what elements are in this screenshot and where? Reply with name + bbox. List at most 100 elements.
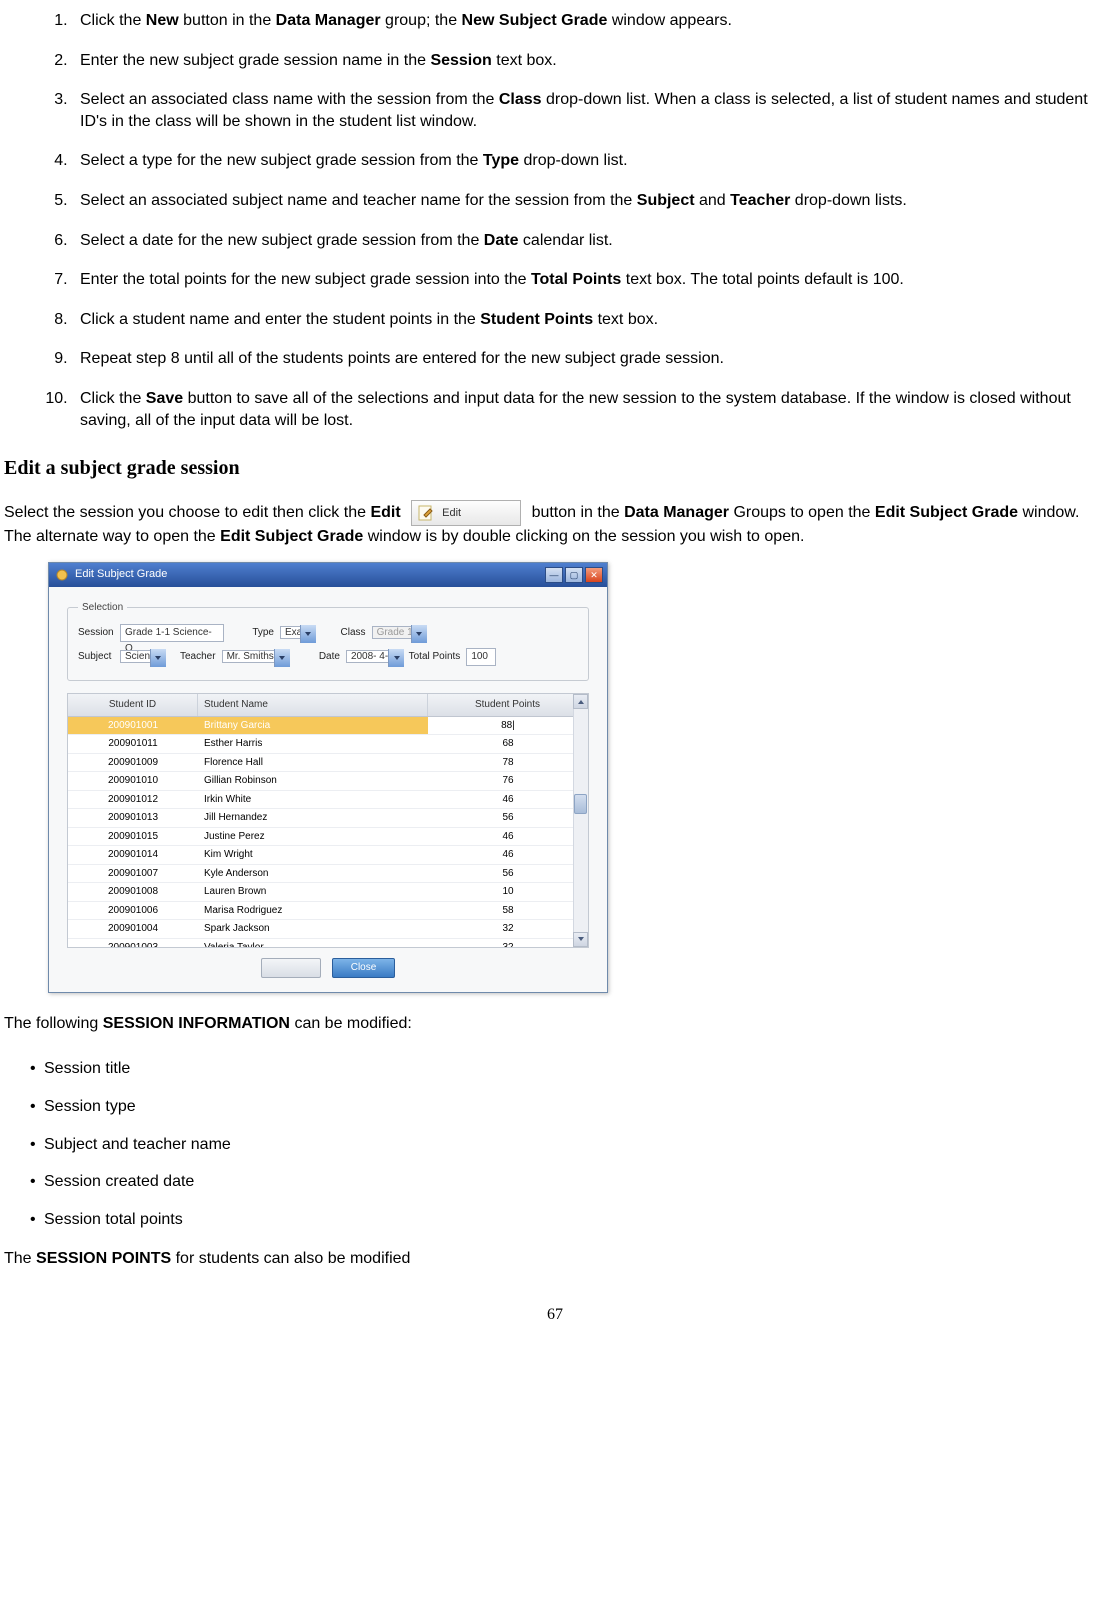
selection-fieldset: Selection Session Grade 1-1 Science-Q Ty… [67, 601, 589, 682]
table-row[interactable]: 200901008Lauren Brown10 [68, 883, 588, 902]
scroll-up-button[interactable] [573, 694, 588, 709]
cell-student-points: 46 [428, 828, 588, 846]
cell-student-id: 200901004 [68, 920, 198, 938]
cell-student-id: 200901010 [68, 772, 198, 790]
col-student-name: Student Name [198, 694, 428, 716]
table-row[interactable]: 200901001Brittany Garcia88| [68, 717, 588, 736]
chevron-down-icon[interactable] [300, 625, 316, 643]
edit-subject-grade-window: Edit Subject Grade — ▢ ✕ Selection Sessi… [48, 562, 608, 993]
heading-edit-session: Edit a subject grade session [4, 455, 1106, 482]
step-item: Select a type for the new subject grade … [72, 150, 1106, 172]
dialog-blank-button[interactable]: ____ [261, 958, 321, 978]
cell-student-id: 200901014 [68, 846, 198, 864]
bold-session-information: SESSION INFORMATION [103, 1015, 290, 1032]
chevron-down-icon[interactable] [411, 625, 427, 643]
bold-editsubjectgrade2: Edit Subject Grade [220, 528, 363, 545]
label-class: Class [316, 626, 372, 640]
cell-student-id: 200901008 [68, 883, 198, 901]
scrollbar-track[interactable] [573, 709, 588, 932]
list-item: Subject and teacher name [30, 1134, 1106, 1156]
text: Select the session you choose to edit th… [4, 504, 370, 521]
cell-student-points[interactable]: 88| [428, 717, 588, 735]
text: can be modified: [294, 1015, 411, 1032]
table-row[interactable]: 200901011Esther Harris68 [68, 735, 588, 754]
cell-student-name: Irkin White [198, 791, 428, 809]
step-item: Click the Save button to save all of the… [72, 388, 1106, 431]
chevron-down-icon[interactable] [150, 649, 166, 667]
chevron-down-icon[interactable] [274, 649, 290, 667]
bold-edit: Edit [370, 504, 400, 521]
step-item: Enter the total points for the new subje… [72, 269, 1106, 291]
pencil-icon [418, 505, 434, 521]
window-title: Edit Subject Grade [75, 567, 167, 582]
table-row[interactable]: 200901006Marisa Rodriguez58 [68, 902, 588, 921]
session-input[interactable]: Grade 1-1 Science-Q [120, 624, 224, 642]
table-row[interactable]: 200901003Valeria Taylor32 [68, 939, 588, 947]
cell-student-name: Gillian Robinson [198, 772, 428, 790]
table-row[interactable]: 200901004Spark Jackson32 [68, 920, 588, 939]
bold-editsubjectgrade: Edit Subject Grade [875, 504, 1018, 521]
cell-student-id: 200901007 [68, 865, 198, 883]
selection-legend: Selection [78, 601, 127, 615]
scroll-down-button[interactable] [573, 932, 588, 947]
text: button in the [532, 504, 625, 521]
edit-button-image: Edit [411, 500, 521, 526]
step-item: Select a date for the new subject grade … [72, 230, 1106, 252]
cell-student-id: 200901011 [68, 735, 198, 753]
cell-student-points: 46 [428, 791, 588, 809]
table-row[interactable]: 200901007Kyle Anderson56 [68, 865, 588, 884]
cell-student-name: Marisa Rodriguez [198, 902, 428, 920]
text: window is by double clicking on the sess… [368, 528, 805, 545]
col-student-id: Student ID [68, 694, 198, 716]
bold-session-points: SESSION POINTS [36, 1250, 171, 1267]
cell-student-name: Valeria Taylor [198, 939, 428, 947]
table-row[interactable]: 200901013Jill Hernandez56 [68, 809, 588, 828]
cell-student-name: Lauren Brown [198, 883, 428, 901]
cell-student-name: Brittany Garcia [198, 717, 428, 735]
session-points-line: The SESSION POINTS for students can also… [4, 1248, 1106, 1270]
cell-student-points: 56 [428, 865, 588, 883]
bold-datamanager: Data Manager [624, 504, 729, 521]
step-item: Select an associated subject name and te… [72, 190, 1106, 212]
list-item: Session total points [30, 1209, 1106, 1231]
cell-student-id: 200901009 [68, 754, 198, 772]
grid-body: 200901001Brittany Garcia88|200901011Esth… [68, 717, 588, 947]
col-student-points: Student Points [428, 694, 588, 716]
table-row[interactable]: 200901015Justine Perez46 [68, 828, 588, 847]
chevron-down-icon[interactable] [388, 649, 404, 667]
scrollbar-thumb[interactable] [574, 794, 587, 814]
page-number: 67 [4, 1304, 1106, 1326]
maximize-button[interactable]: ▢ [565, 567, 583, 583]
table-row[interactable]: 200901014Kim Wright46 [68, 846, 588, 865]
step-item: Click the New button in the Data Manager… [72, 10, 1106, 32]
minimize-button[interactable]: — [545, 567, 563, 583]
cell-student-id: 200901006 [68, 902, 198, 920]
table-row[interactable]: 200901009Florence Hall78 [68, 754, 588, 773]
cell-student-name: Florence Hall [198, 754, 428, 772]
cell-student-id: 200901012 [68, 791, 198, 809]
cell-student-name: Justine Perez [198, 828, 428, 846]
cell-student-name: Kim Wright [198, 846, 428, 864]
table-row[interactable]: 200901010Gillian Robinson76 [68, 772, 588, 791]
step-item: Repeat step 8 until all of the students … [72, 348, 1106, 370]
cell-student-name: Esther Harris [198, 735, 428, 753]
cell-student-name: Kyle Anderson [198, 865, 428, 883]
close-dialog-button[interactable]: Close [332, 958, 396, 978]
cell-student-points: 68 [428, 735, 588, 753]
cell-student-name: Spark Jackson [198, 920, 428, 938]
dialog-button-row: ____ Close [67, 948, 589, 982]
label-date: Date [290, 650, 346, 664]
cell-student-points: 32 [428, 939, 588, 947]
student-grid: Student ID Student Name Student Points 2… [67, 693, 589, 948]
titlebar: Edit Subject Grade — ▢ ✕ [49, 563, 607, 587]
text: The [4, 1250, 36, 1267]
steps-list: Click the New button in the Data Manager… [4, 10, 1106, 431]
cell-student-id: 200901003 [68, 939, 198, 947]
table-row[interactable]: 200901012Irkin White46 [68, 791, 588, 810]
modifiable-list: Session titleSession typeSubject and tea… [30, 1058, 1106, 1230]
total-points-input[interactable]: 100 [466, 648, 496, 666]
list-item: Session created date [30, 1171, 1106, 1193]
close-button[interactable]: ✕ [585, 567, 603, 583]
edit-button-label: Edit [442, 507, 461, 519]
cell-student-points: 78 [428, 754, 588, 772]
